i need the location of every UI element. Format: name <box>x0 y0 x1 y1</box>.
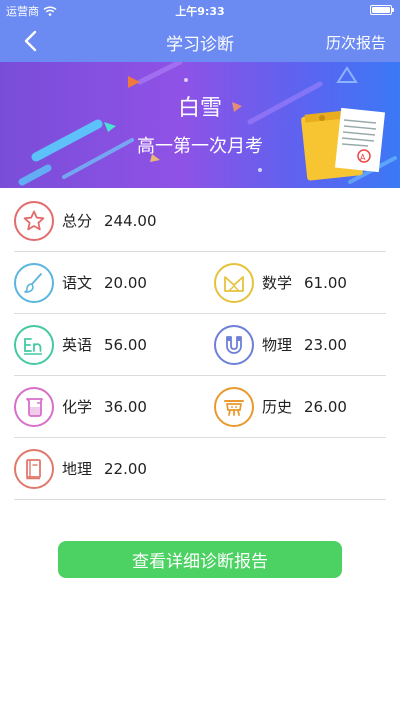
status-time: 上午9:33 <box>175 5 225 18</box>
subject-score: 23.00 <box>304 335 347 354</box>
svg-text:A: A <box>360 153 366 162</box>
subject-score: 56.00 <box>104 335 147 354</box>
exam-paper-icon: A <box>301 107 386 181</box>
subject-score: 20.00 <box>104 273 147 292</box>
subject-score: 244.00 <box>104 211 157 230</box>
history-reports-button[interactable]: 历次报告 <box>326 32 386 53</box>
score-item-math[interactable]: 数学 61.00 <box>214 252 347 313</box>
nav-bar: 学习诊断 历次报告 <box>0 20 400 62</box>
subject-score: 22.00 <box>104 459 147 478</box>
subject-score: 61.00 <box>304 273 347 292</box>
subject-score: 26.00 <box>304 397 347 416</box>
score-row: 总分 244.00 <box>14 190 386 252</box>
score-item-total[interactable]: 总分 244.00 <box>14 190 157 251</box>
status-bar: 运营商 上午9:33 <box>0 0 400 20</box>
magnet-icon <box>214 324 254 365</box>
score-item-history[interactable]: 历史 26.00 <box>214 376 347 437</box>
subject-label: 数学 <box>262 274 293 292</box>
score-item-chemistry[interactable]: 化学 36.00 <box>14 376 147 437</box>
ding-icon <box>214 386 254 427</box>
subject-label: 语文 <box>62 274 93 292</box>
subject-label: 英语 <box>62 336 93 354</box>
score-row: 语文 20.00 数学 61.00 <box>14 252 386 314</box>
book-icon <box>14 448 54 489</box>
score-item-chinese[interactable]: 语文 20.00 <box>14 252 147 313</box>
subject-label: 化学 <box>62 398 93 416</box>
battery-icon <box>370 5 394 15</box>
score-item-english[interactable]: 英语 56.00 <box>14 314 147 375</box>
en-icon <box>14 324 54 365</box>
score-row: 英语 56.00 物理 23.00 <box>14 314 386 376</box>
score-list: 总分 244.00 语文 20.00 数学 61.00 英语 56.00 物理 … <box>14 190 386 500</box>
subject-label: 历史 <box>262 398 293 416</box>
score-row: 地理 22.00 <box>14 438 386 500</box>
view-detail-report-button[interactable]: 查看详细诊断报告 <box>58 541 342 578</box>
star-icon <box>14 200 54 241</box>
score-item-geography[interactable]: 地理 22.00 <box>14 438 147 499</box>
brush-icon <box>14 262 54 303</box>
score-item-physics[interactable]: 物理 23.00 <box>214 314 347 375</box>
subject-label: 物理 <box>262 336 293 354</box>
score-row: 化学 36.00 历史 26.00 <box>14 376 386 438</box>
subject-score: 36.00 <box>104 397 147 416</box>
subject-label: 地理 <box>62 460 93 478</box>
subject-label: 总分 <box>62 212 93 230</box>
beaker-icon <box>14 386 54 427</box>
compass-icon <box>214 262 254 303</box>
exam-banner: 白雪 高一第一次月考 A <box>0 62 400 188</box>
